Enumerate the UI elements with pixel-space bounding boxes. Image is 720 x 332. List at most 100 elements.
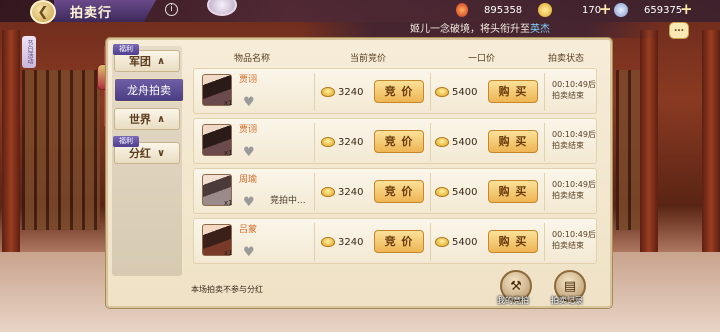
item-name: 贾诩: [239, 125, 258, 135]
add-gold-button[interactable]: +: [599, 0, 612, 18]
item-quantity: x1: [224, 149, 233, 157]
current-bid-price: 3240: [338, 187, 364, 198]
gold-ingot-icon: [435, 187, 449, 197]
favorite-heart-icon[interactable]: ♥: [243, 245, 255, 260]
sidebar-item-dragon-boat-auction[interactable]: 龙舟拍卖: [114, 78, 184, 102]
bid-button[interactable]: 竞 价: [374, 230, 424, 253]
bg-lattice-window: [22, 70, 100, 230]
bid-button[interactable]: 竞 价: [374, 180, 424, 203]
buyout-price: 5400: [452, 137, 478, 148]
buy-button[interactable]: 购 买: [488, 230, 538, 253]
welfare-badge: 福利: [113, 44, 139, 55]
column-divider: [430, 223, 431, 261]
column-divider: [314, 123, 315, 161]
favorite-heart-icon[interactable]: ♥: [243, 95, 255, 110]
header-current-bid: 当前竞价: [350, 54, 387, 64]
jade-coin-icon: [614, 3, 628, 17]
buy-button[interactable]: 购 买: [488, 130, 538, 153]
auction-countdown: 00:10:49后拍卖结束: [552, 230, 596, 250]
auction-countdown: 00:10:49后拍卖结束: [552, 180, 596, 200]
auction-house-screen: ❮ 拍卖行 i 895358 170 + 659375 + 姬儿一念破境，将头衔…: [0, 0, 720, 332]
info-icon[interactable]: i: [165, 3, 178, 16]
item-quantity: x1: [224, 99, 233, 107]
favorite-heart-icon[interactable]: ♥: [243, 145, 255, 160]
gold-ingot-icon: [321, 187, 335, 197]
dividend-notice: 本场拍卖不参与分红: [191, 285, 263, 294]
column-divider: [314, 73, 315, 111]
table-row: x1 周瑜 ♥ 竞拍中... 3240 竞 价 5400 购 买 00:10:4…: [193, 168, 597, 214]
scroll-record-icon: ▤: [563, 278, 577, 294]
column-divider: [430, 123, 431, 161]
resource-value: 659375: [644, 4, 683, 16]
favorite-heart-icon[interactable]: ♥: [243, 195, 255, 210]
column-divider: [430, 173, 431, 211]
item-quantity: x1: [224, 199, 233, 207]
buyout-price: 5400: [452, 237, 478, 248]
marquee-text: 姬儿一念破境，将头衔升至: [410, 24, 530, 35]
gold-ingot-icon: [321, 237, 335, 247]
table-header: 物品名称 当前竞价 一口价 拍卖状态: [190, 50, 602, 64]
gold-ingot-icon: [435, 237, 449, 247]
bg-pillar: [702, 30, 720, 260]
gold-ingot-icon: [435, 87, 449, 97]
bg-lattice-window: [616, 70, 640, 230]
buy-button[interactable]: 购 买: [488, 80, 538, 103]
current-bid-price: 3240: [338, 237, 364, 248]
column-divider: [544, 173, 545, 211]
fire-gem-icon: [456, 3, 468, 17]
gavel-icon: ⚒: [510, 278, 522, 294]
current-bid-price: 3240: [338, 87, 364, 98]
gold-ingot-icon: [435, 137, 449, 147]
buyout-price: 5400: [452, 187, 478, 198]
bidding-status: 竞拍中...: [270, 196, 306, 206]
sidebar-item-label: 军团: [128, 55, 151, 68]
item-name: 吕蒙: [239, 225, 258, 235]
table-row: x1 贾诩 ♥ 3240 竞 价 5400 购 买 00:10:49后拍卖结束: [193, 118, 597, 164]
back-button[interactable]: ❮: [30, 0, 56, 24]
add-jade-button[interactable]: +: [680, 0, 693, 18]
buy-button[interactable]: 购 买: [488, 180, 538, 203]
sidebar-item-label: 世界: [128, 113, 151, 126]
bid-button[interactable]: 竞 价: [374, 80, 424, 103]
expand-arrow-icon: ∧: [156, 113, 166, 125]
auction-history-label: 拍卖记录: [551, 296, 583, 305]
column-divider: [544, 123, 545, 161]
table-row: x1 吕蒙 ♥ 3240 竞 价 5400 购 买 00:10:49后拍卖结束: [193, 218, 597, 264]
header-buyout: 一口价: [468, 54, 496, 64]
sidebar-item-label: 龙舟拍卖: [127, 84, 171, 97]
auction-countdown: 00:10:49后拍卖结束: [552, 130, 596, 150]
expand-arrow-icon: ∨: [156, 147, 166, 159]
item-name: 周瑜: [239, 175, 258, 185]
page-title: 拍卖行: [70, 6, 113, 21]
welfare-badge: 福利: [113, 136, 139, 147]
festival-tag[interactable]: 节日活动: [22, 36, 36, 68]
expand-arrow-icon: ∧: [156, 55, 166, 67]
column-divider: [314, 173, 315, 211]
column-divider: [314, 223, 315, 261]
resource-value: 895358: [484, 4, 523, 16]
auction-countdown: 00:10:49后拍卖结束: [552, 80, 596, 100]
current-bid-price: 3240: [338, 137, 364, 148]
bg-pillar: [640, 30, 658, 260]
bg-pillar: [2, 30, 20, 260]
header-status: 拍卖状态: [548, 54, 585, 64]
chat-icon[interactable]: …: [669, 22, 689, 39]
column-divider: [430, 73, 431, 111]
my-bids-label: 我的竞拍: [497, 296, 529, 305]
item-quantity: x1: [224, 249, 233, 257]
sidebar-item-world[interactable]: 世界 ∧: [114, 108, 180, 130]
header-item-name: 物品名称: [234, 54, 271, 64]
back-arrow-icon: ❮: [37, 4, 49, 20]
gold-ingot-icon: [321, 137, 335, 147]
gold-ingot-icon: [321, 87, 335, 97]
bid-button[interactable]: 竞 价: [374, 130, 424, 153]
column-divider: [544, 223, 545, 261]
resource-fire-gem: 895358: [456, 3, 522, 17]
sidebar-item-label: 分红: [128, 147, 151, 160]
announcement-marquee: 姬儿一念破境，将头衔升至英杰: [300, 22, 660, 38]
table-row: x1 贾诩 ♥ 3240 竞 价 5400 购 买 00:10:49后拍卖结束: [193, 68, 597, 114]
buyout-price: 5400: [452, 87, 478, 98]
marquee-highlight: 英杰: [530, 24, 550, 35]
resource-jade-coin: 659375: [614, 3, 682, 17]
gold-ingot-icon: [538, 3, 552, 17]
